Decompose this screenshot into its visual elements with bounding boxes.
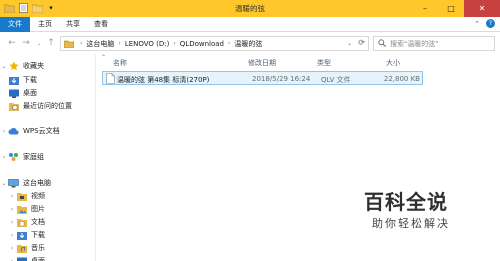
expand-ribbon-icon[interactable]: ⌃ [474, 20, 480, 28]
back-button[interactable]: ← [6, 37, 18, 49]
ribbon-options: ⌃ ? [474, 19, 495, 28]
nav-this-pc[interactable]: ⌄ 这台电脑 [0, 177, 51, 189]
search-box[interactable]: 搜索"温暖的弦" [373, 36, 495, 51]
breadcrumb-separator-icon: › [80, 40, 83, 47]
chevron-down-icon[interactable]: ⌄ [0, 63, 8, 70]
refresh-button[interactable]: ⟳ [358, 38, 365, 47]
address-bar[interactable]: › 这台电脑 › LENOVO (D:) › QLDownload › 温暖的弦… [60, 36, 369, 51]
file-date: 2018/5/29 16:24 [252, 75, 311, 83]
download-folder-icon [16, 230, 27, 240]
desktop-icon [16, 256, 27, 261]
star-icon [8, 61, 19, 71]
nav-favorites-label: 收藏夹 [23, 62, 44, 70]
nav-item-label: 桌面 [31, 257, 45, 261]
close-button[interactable]: ✕ [464, 0, 500, 17]
address-dropdown-icon[interactable]: ⌄ [347, 40, 352, 47]
file-icon [106, 73, 115, 86]
ribbon-tabs: 文件 主页 共享 查看 ⌃ ? [0, 17, 500, 32]
breadcrumb-current-folder[interactable]: 温暖的弦 [234, 39, 262, 49]
nav-item-label: 文档 [31, 218, 45, 226]
chevron-right-icon[interactable]: › [0, 154, 8, 161]
pictures-folder-icon [16, 204, 27, 214]
chevron-right-icon[interactable]: › [8, 245, 16, 252]
chevron-right-icon[interactable]: › [8, 232, 16, 239]
tab-home[interactable]: 主页 [38, 17, 52, 32]
nav-favorites-desktop[interactable]: 桌面 [8, 87, 37, 99]
window-controls: – □ ✕ [412, 0, 500, 17]
breadcrumb-drive[interactable]: LENOVO (D:) [125, 40, 170, 48]
chevron-right-icon[interactable]: › [8, 193, 16, 200]
help-icon[interactable]: ? [486, 19, 495, 28]
chevron-right-icon[interactable]: › [8, 206, 16, 213]
breadcrumb-separator-icon: › [173, 40, 176, 47]
navigation-pane: ⌄ 收藏夹 下载 桌面 最近访问的位置 › WPS云文档 › 家庭组 ⌄ 这台电… [0, 54, 96, 261]
documents-folder-icon [16, 217, 27, 227]
breadcrumb-separator-icon: › [118, 40, 121, 47]
sort-indicator-icon: ⌃ [101, 54, 107, 61]
column-header-name[interactable]: 名称 [113, 58, 127, 68]
nav-wps-label: WPS云文档 [23, 127, 60, 135]
nav-item-label: 图片 [31, 205, 45, 213]
watermark: 百科全说 助你轻松解决 [364, 186, 474, 234]
nav-favorites[interactable]: ⌄ 收藏夹 [0, 60, 44, 72]
nav-homegroup-label: 家庭组 [23, 153, 44, 161]
folder-icon [64, 40, 74, 48]
table-row[interactable]: 温暖的弦 第48集 标清(270P) 2018/5/29 16:24 QLV 文… [102, 71, 423, 85]
nav-item-label: 桌面 [23, 89, 37, 97]
file-name: 温暖的弦 第48集 标清(270P) [117, 76, 210, 84]
tab-file[interactable]: 文件 [0, 17, 30, 32]
forward-button[interactable]: → [20, 37, 32, 49]
download-folder-icon [8, 75, 19, 85]
column-header-date[interactable]: 修改日期 [248, 58, 276, 68]
search-placeholder: 搜索"温暖的弦" [390, 39, 439, 48]
nav-this-pc-downloads[interactable]: › 下载 [8, 229, 45, 241]
nav-item-label: 最近访问的位置 [23, 102, 72, 110]
homegroup-icon [8, 152, 19, 162]
maximize-button[interactable]: □ [438, 0, 464, 17]
nav-this-pc-music[interactable]: › 音乐 [8, 242, 45, 254]
column-header-size[interactable]: 大小 [386, 58, 400, 68]
nav-this-pc-documents[interactable]: › 文档 [8, 216, 45, 228]
nav-item-label: 下载 [31, 231, 45, 239]
breadcrumb-separator-icon: › [228, 40, 231, 47]
videos-folder-icon [16, 191, 27, 201]
breadcrumb-qldownload[interactable]: QLDownload [180, 40, 224, 48]
nav-this-pc-videos[interactable]: › 视频 [8, 190, 45, 202]
nav-item-label: 视频 [31, 192, 45, 200]
cloud-icon [8, 126, 19, 136]
nav-this-pc-desktop[interactable]: › 桌面 [8, 255, 45, 261]
recent-locations-button[interactable]: ⌄ [33, 37, 45, 49]
nav-wps-cloud[interactable]: › WPS云文档 [0, 125, 60, 137]
tab-share[interactable]: 共享 [66, 17, 80, 32]
breadcrumb-this-pc[interactable]: 这台电脑 [86, 39, 114, 49]
watermark-title: 百科全说 [364, 190, 448, 214]
chevron-right-icon[interactable]: › [8, 219, 16, 226]
up-button[interactable]: ↑ [45, 37, 57, 49]
column-header-type[interactable]: 类型 [317, 58, 331, 68]
desktop-icon [8, 88, 19, 98]
file-type: QLV 文件 [321, 76, 351, 84]
nav-item-label: 下载 [23, 76, 37, 84]
watermark-subtitle: 助你轻松解决 [372, 217, 450, 230]
minimize-button[interactable]: – [412, 0, 438, 17]
chevron-right-icon[interactable]: › [8, 258, 16, 261]
recent-places-icon [8, 101, 19, 111]
search-icon [378, 38, 386, 49]
nav-favorites-downloads[interactable]: 下载 [8, 74, 37, 86]
file-size: 22,800 KB [383, 75, 420, 83]
nav-favorites-recent[interactable]: 最近访问的位置 [8, 100, 72, 112]
computer-icon [8, 178, 19, 188]
address-row: ← → ⌄ ↑ › 这台电脑 › LENOVO (D:) › QLDownloa… [0, 32, 500, 54]
nav-this-pc-pictures[interactable]: › 图片 [8, 203, 45, 215]
tab-view[interactable]: 查看 [94, 17, 108, 32]
music-folder-icon [16, 243, 27, 253]
chevron-down-icon[interactable]: ⌄ [0, 180, 8, 187]
nav-this-pc-label: 这台电脑 [23, 179, 51, 187]
nav-homegroup[interactable]: › 家庭组 [0, 151, 44, 163]
nav-item-label: 音乐 [31, 244, 45, 252]
title-bar: ▾ 温暖的弦 – □ ✕ [0, 0, 500, 17]
chevron-right-icon[interactable]: › [0, 128, 8, 135]
